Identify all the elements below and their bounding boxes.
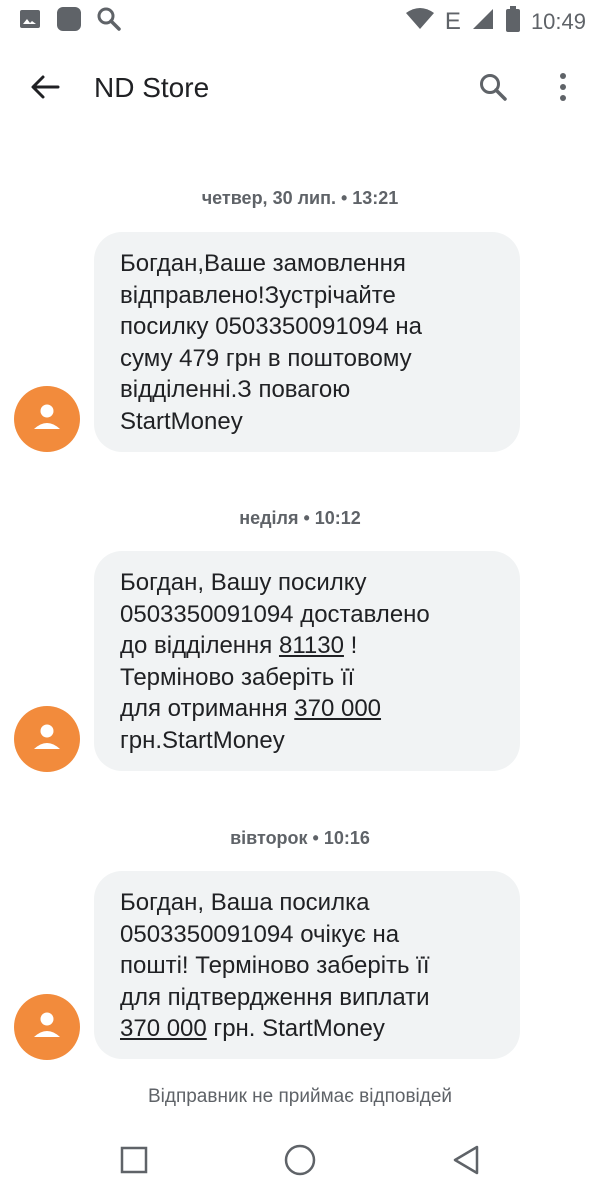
date-separator: неділя • 10:12 — [239, 508, 361, 528]
person-icon — [29, 399, 65, 440]
recents-button[interactable] — [112, 1140, 156, 1184]
avatar[interactable] — [14, 994, 80, 1060]
more-options-button[interactable] — [542, 66, 584, 112]
status-bar-left — [18, 6, 122, 37]
back-arrow-icon — [30, 74, 60, 105]
status-bar-right: E 10:49 — [405, 6, 586, 37]
message-bubble[interactable]: Богдан, Ваша посилка 0503350091094 очіку… — [94, 871, 520, 1059]
search-icon — [478, 72, 508, 107]
system-back-button[interactable] — [444, 1140, 488, 1184]
app-icon — [56, 6, 82, 37]
no-reply-notice: Відправник не приймає відповідей — [147, 1086, 453, 1107]
avatar[interactable] — [14, 706, 80, 772]
branch-number-link[interactable]: 81130 — [279, 632, 344, 659]
date-separator: вівторок • 10:16 — [230, 828, 370, 848]
person-icon — [29, 1007, 65, 1048]
amount-link[interactable]: 370 000 — [294, 695, 381, 722]
date-separator: четвер, 30 лип. • 13:21 — [201, 188, 399, 208]
message-bubble[interactable]: Богдан,Ваше замовлення відправлено!Зустр… — [94, 232, 520, 452]
status-bar: E 10:49 — [0, 0, 600, 44]
amount-link[interactable]: 370 000 — [120, 1015, 207, 1042]
network-type: E — [444, 7, 461, 35]
recents-square-icon — [120, 1146, 148, 1179]
home-button[interactable] — [278, 1140, 322, 1184]
conversation-title: ND Store — [94, 72, 210, 103]
back-triangle-icon — [452, 1145, 480, 1180]
search-icon — [96, 6, 122, 37]
person-icon — [29, 719, 65, 760]
more-vert-icon — [559, 72, 567, 107]
signal-icon — [471, 7, 495, 36]
message-text: грн. StartMoney — [206, 1015, 385, 1042]
wifi-icon — [405, 7, 435, 36]
message-text: Богдан, Ваша посилка 0503350091094 очіку… — [120, 889, 430, 1011]
navigation-bar — [0, 1124, 600, 1200]
status-time: 10:49 — [530, 8, 586, 34]
battery-icon — [505, 6, 521, 37]
message-text: Богдан, Вашу посилку 0503350091094 доста… — [120, 569, 430, 659]
back-button[interactable] — [20, 66, 70, 112]
home-circle-icon — [283, 1143, 317, 1182]
message-text: грн.StartMoney — [120, 726, 285, 754]
avatar[interactable] — [14, 386, 80, 452]
message-bubble[interactable]: Богдан, Вашу посилку 0503350091094 доста… — [94, 551, 520, 771]
search-button[interactable] — [470, 66, 516, 112]
app-bar: ND Store — [0, 44, 600, 132]
gallery-icon — [18, 7, 42, 36]
